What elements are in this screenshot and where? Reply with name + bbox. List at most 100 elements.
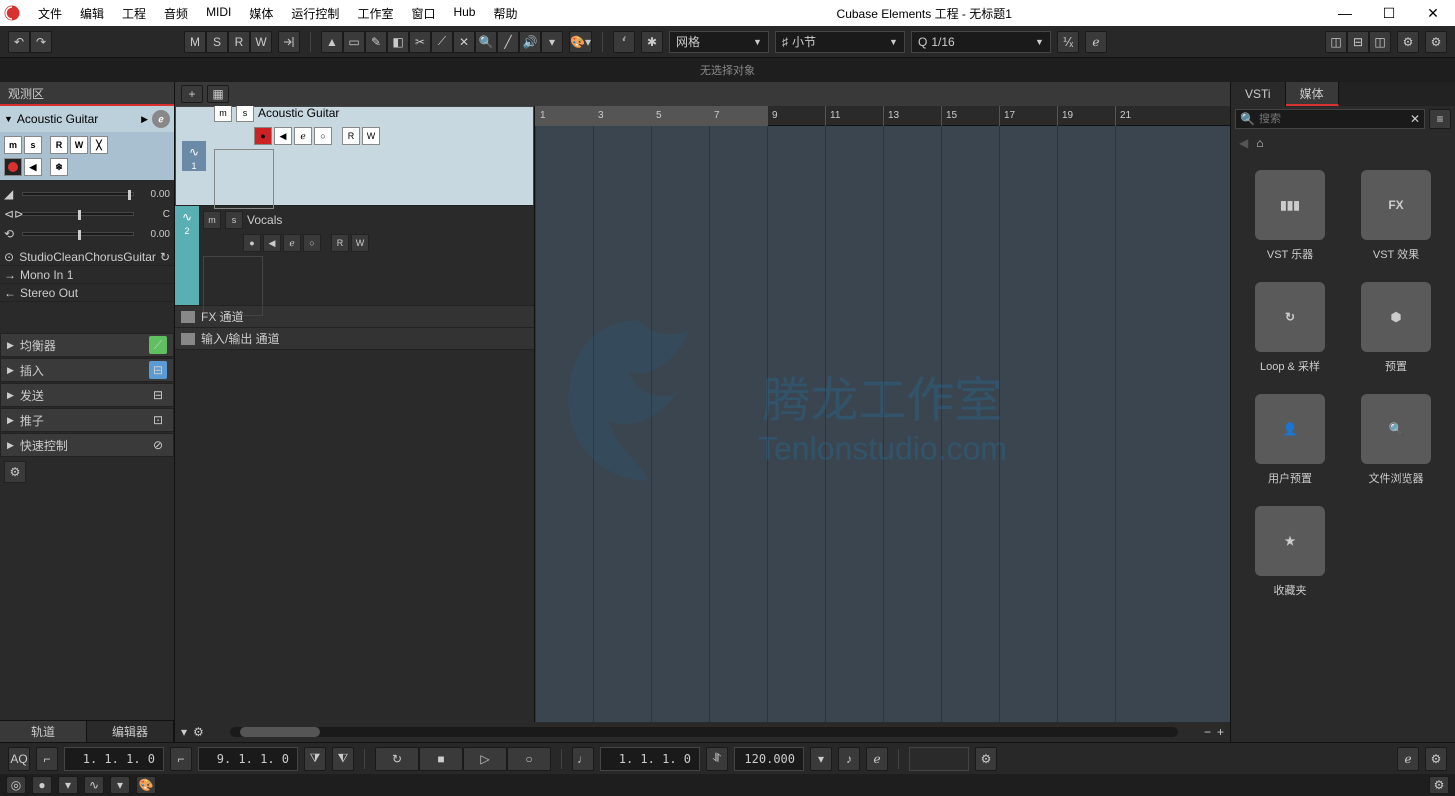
insp-solo[interactable]: s xyxy=(24,136,42,154)
back-icon[interactable]: ◀ xyxy=(1239,136,1248,150)
insp-monitor[interactable]: ◀ xyxy=(24,158,42,176)
clear-search-icon[interactable]: ✕ xyxy=(1410,112,1420,126)
search-input[interactable] xyxy=(1259,113,1406,125)
quantize-apply[interactable]: ⅟ₓ xyxy=(1057,31,1079,53)
maximize-button[interactable]: ☐ xyxy=(1367,0,1411,26)
erase-tool[interactable]: ◧ xyxy=(387,31,409,53)
dropdown-tool[interactable]: ▾ xyxy=(541,31,563,53)
media-presets[interactable]: ⬢预置 xyxy=(1361,282,1431,374)
grid-type-select[interactable]: ♯小节▼ xyxy=(775,31,905,53)
marker-prev[interactable]: ⧩ xyxy=(304,747,326,771)
insp-cross[interactable]: ╳ xyxy=(90,136,108,154)
menu-midi[interactable]: MIDI xyxy=(198,1,239,26)
play-tool[interactable]: 🔊 xyxy=(519,31,541,53)
line-tool[interactable]: ╱ xyxy=(497,31,519,53)
panel-settings[interactable]: ⚙ xyxy=(1425,747,1447,771)
list-view-button[interactable]: ≡ xyxy=(1429,109,1451,129)
write-button[interactable]: W xyxy=(250,31,272,53)
track-write[interactable]: W xyxy=(351,234,369,252)
media-vst-instruments[interactable]: ▮▮▮VST 乐器 xyxy=(1255,170,1325,262)
precount-button[interactable]: ℯ xyxy=(866,747,888,771)
minimize-button[interactable]: — xyxy=(1323,0,1367,26)
edit-channel-icon[interactable]: ℯ xyxy=(152,110,170,128)
track-monitor[interactable]: ◀ xyxy=(274,127,292,145)
glue-tool[interactable]: ⟋ xyxy=(431,31,453,53)
settings-button[interactable]: ⚙ xyxy=(1425,31,1447,53)
split-tool[interactable]: ✂ xyxy=(409,31,431,53)
footer-arrow-icon[interactable]: ▾ xyxy=(181,725,187,739)
edit-channel-button[interactable]: ℯ xyxy=(1397,747,1419,771)
tempo-value[interactable]: 120.000 xyxy=(734,747,804,771)
track-edit[interactable]: ℯ xyxy=(294,127,312,145)
add-track-button[interactable]: + xyxy=(181,85,203,103)
aq-button[interactable]: AQ xyxy=(8,747,30,771)
arrow-tool[interactable]: ▲ xyxy=(321,31,343,53)
track-monitor[interactable]: ◀ xyxy=(263,234,281,252)
transport-settings[interactable]: ⚙ xyxy=(975,747,997,771)
inspector-settings[interactable]: ⚙ xyxy=(4,461,26,483)
insp-mute[interactable]: m xyxy=(4,136,22,154)
track-solo[interactable]: s xyxy=(236,106,254,122)
input-routing[interactable]: →Mono In 1 xyxy=(0,266,174,284)
section-quick[interactable]: ▶快速控制⊘ xyxy=(0,433,174,457)
menu-studio[interactable]: 工作室 xyxy=(349,1,401,26)
media-loops[interactable]: ↻Loop & 采样 xyxy=(1255,282,1325,374)
status-cpu[interactable]: ◎ xyxy=(6,776,26,794)
inspector-track-name-row[interactable]: ▼ Acoustic Guitar ▶ ℯ xyxy=(0,106,174,132)
track-color-strip[interactable]: ∿2 xyxy=(175,206,199,305)
track-record[interactable]: ● xyxy=(243,234,261,252)
eq-bypass-icon[interactable]: ⟋ xyxy=(149,336,167,354)
solo-all-button[interactable]: S xyxy=(206,31,228,53)
footer-gear-icon[interactable]: ⚙ xyxy=(193,725,204,739)
sends-icon[interactable]: ⊟ xyxy=(149,386,167,404)
menu-window[interactable]: 窗口 xyxy=(403,1,443,26)
insp-record[interactable] xyxy=(4,158,22,176)
delay-value[interactable]: 0.00 xyxy=(138,229,170,240)
track-mute[interactable]: m xyxy=(203,211,221,229)
track-lanes[interactable]: ○ xyxy=(314,127,332,145)
mute-all-button[interactable]: M xyxy=(184,31,206,53)
insert-chain[interactable]: ⊙StudioCleanChorusGuitar↻ xyxy=(0,248,174,266)
zoom-out-h[interactable]: − xyxy=(1204,725,1211,739)
status-wave[interactable]: ∿ xyxy=(84,776,104,794)
undo-button[interactable]: ↶ xyxy=(8,31,30,53)
zone-left-button[interactable]: ◫ xyxy=(1325,31,1347,53)
track-row[interactable]: ∿1 m s Acoustic Guitar ● ◀ ℯ ○ xyxy=(175,106,534,206)
media-favorites[interactable]: ★收藏夹 xyxy=(1255,506,1325,598)
insp-freeze[interactable]: ❄ xyxy=(50,158,68,176)
track-color-strip[interactable]: ∿1 xyxy=(182,141,206,171)
menu-project[interactable]: 工程 xyxy=(114,1,154,26)
ruler[interactable]: 1 3 5 7 9 11 13 15 17 19 21 xyxy=(535,106,1230,126)
menu-audio[interactable]: 音频 xyxy=(156,1,196,26)
track-edit[interactable]: ℯ xyxy=(283,234,301,252)
folder-io[interactable]: 输入/输出 通道 xyxy=(175,328,534,350)
tempo-tap[interactable]: ▾ xyxy=(810,747,832,771)
color-tool[interactable]: 🎨▾ xyxy=(569,31,592,53)
status-disk[interactable]: ▾ xyxy=(58,776,78,794)
menu-transport[interactable]: 运行控制 xyxy=(283,1,347,26)
snap-type-button[interactable]: ✱ xyxy=(641,31,663,53)
zoom-in-h[interactable]: + xyxy=(1217,725,1224,739)
fader-icon[interactable]: ⊡ xyxy=(149,411,167,429)
snap-mode-select[interactable]: 网格▼ xyxy=(669,31,769,53)
click-button[interactable]: ♪ xyxy=(838,747,860,771)
setup-layout-button[interactable]: ⚙ xyxy=(1397,31,1419,53)
menu-edit[interactable]: 编辑 xyxy=(72,1,112,26)
section-sends[interactable]: ▶发送⊟ xyxy=(0,383,174,407)
volume-value[interactable]: 0.00 xyxy=(138,189,170,200)
track-lanes[interactable]: ○ xyxy=(303,234,321,252)
status-color[interactable]: 🎨 xyxy=(136,776,156,794)
tab-media[interactable]: 媒体 xyxy=(1286,82,1339,106)
section-eq[interactable]: ▶均衡器⟋ xyxy=(0,333,174,357)
media-search[interactable]: 🔍 ✕ xyxy=(1235,109,1425,129)
track-row[interactable]: ∿2 m s Vocals ● ◀ ℯ ○ xyxy=(175,206,534,306)
media-user-presets[interactable]: 👤用户预置 xyxy=(1255,394,1325,486)
punch-in-button[interactable]: ⌐ xyxy=(36,747,58,771)
delay-slider[interactable] xyxy=(22,232,134,236)
inserts-bypass-icon[interactable]: ⊟ xyxy=(149,361,167,379)
stop-button[interactable]: ■ xyxy=(419,747,463,771)
quantize-settings[interactable]: ℯ xyxy=(1085,31,1107,53)
cycle-button[interactable]: ↻ xyxy=(375,747,419,771)
record-button[interactable]: ○ xyxy=(507,747,551,771)
pan-slider[interactable] xyxy=(22,212,134,216)
